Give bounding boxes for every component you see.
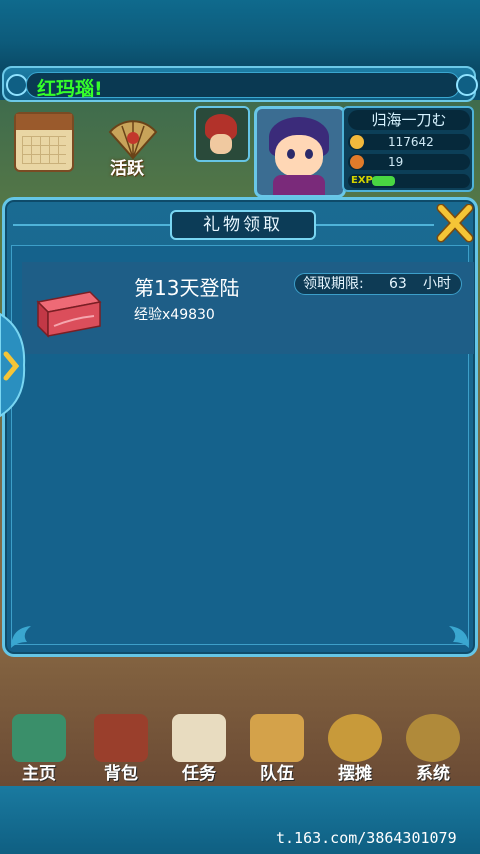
notice-left-ornament-icon	[6, 74, 28, 96]
close-icon	[436, 203, 474, 243]
gold-value: 19	[388, 155, 404, 169]
nav-backpack[interactable]: 背包	[86, 710, 156, 786]
chevron-right-icon	[0, 312, 26, 418]
settings-icon	[406, 714, 460, 762]
watermark: t.163.com/3864301079	[276, 829, 457, 847]
stall-icon	[328, 714, 382, 762]
nav-backpack-label: 背包	[104, 764, 138, 784]
top-background	[0, 0, 480, 70]
corner-ornament-icon	[449, 626, 469, 648]
nav-team[interactable]: 队伍	[242, 710, 312, 786]
deadline-badge: 领取期限: 63 小时	[294, 273, 462, 295]
ingot-icon	[350, 155, 364, 169]
exp-bar: EXP	[348, 174, 470, 188]
deadline-value: 63	[389, 276, 407, 292]
nav-system-label: 系统	[416, 764, 450, 784]
gift-claim-dialog: 礼物领取 第13天登陆 经验x49830 领取期限: 63 小时	[2, 197, 478, 657]
bottom-nav: 主页 背包 任务 队伍 摆摊 系统	[0, 710, 480, 786]
nav-stall[interactable]: 摆摊	[320, 710, 390, 786]
quest-scroll-icon	[172, 714, 226, 762]
team-icon	[250, 714, 304, 762]
nav-system[interactable]: 系统	[398, 710, 468, 786]
title-divider-right	[316, 224, 434, 226]
close-button[interactable]	[435, 203, 475, 244]
gold-row: 19	[348, 154, 470, 170]
calendar-icon[interactable]	[14, 112, 74, 172]
deadline-label: 领取期限:	[303, 276, 364, 292]
silver-row: 117642	[348, 134, 470, 150]
gift-reward: 经验x49830	[134, 307, 215, 323]
coin-icon	[350, 135, 364, 149]
gift-title: 第13天登陆	[134, 276, 240, 300]
home-icon	[12, 714, 66, 762]
nav-home-label: 主页	[22, 764, 56, 784]
side-expand-button[interactable]	[0, 310, 26, 420]
notice-bar: 红玛瑙!	[2, 66, 478, 102]
nav-quest[interactable]: 任务	[164, 710, 234, 786]
silver-value: 117642	[388, 135, 434, 149]
player-avatar[interactable]	[254, 106, 346, 198]
deadline-unit: 小时	[423, 276, 451, 292]
notice-inner: 红玛瑙!	[26, 72, 460, 100]
corner-ornament-icon	[11, 626, 31, 648]
gift-list: 第13天登陆 经验x49830 领取期限: 63 小时	[11, 245, 474, 645]
gift-item[interactable]: 第13天登陆 经验x49830 领取期限: 63 小时	[22, 262, 474, 354]
gift-box-icon	[32, 288, 102, 338]
backpack-icon	[94, 714, 148, 762]
notice-right-ornament-icon	[456, 74, 478, 96]
exp-bar-fill	[372, 176, 395, 186]
nav-home[interactable]: 主页	[4, 710, 74, 786]
player-name: 归海一刀む	[348, 110, 470, 130]
nav-stall-label: 摆摊	[338, 764, 372, 784]
player-stats-panel: 归海一刀む 117642 19 EXP	[342, 106, 474, 192]
exp-label: EXP	[351, 175, 373, 186]
notice-text: 红玛瑙!	[37, 78, 103, 100]
nav-team-label: 队伍	[260, 764, 294, 784]
dialog-title: 礼物领取	[203, 215, 283, 235]
activity-label[interactable]: 活跃	[110, 154, 144, 179]
dialog-title-plate: 礼物领取	[170, 210, 316, 240]
pet-portrait[interactable]	[194, 106, 250, 162]
nav-quest-label: 任务	[182, 764, 216, 784]
title-divider-left	[13, 224, 170, 226]
